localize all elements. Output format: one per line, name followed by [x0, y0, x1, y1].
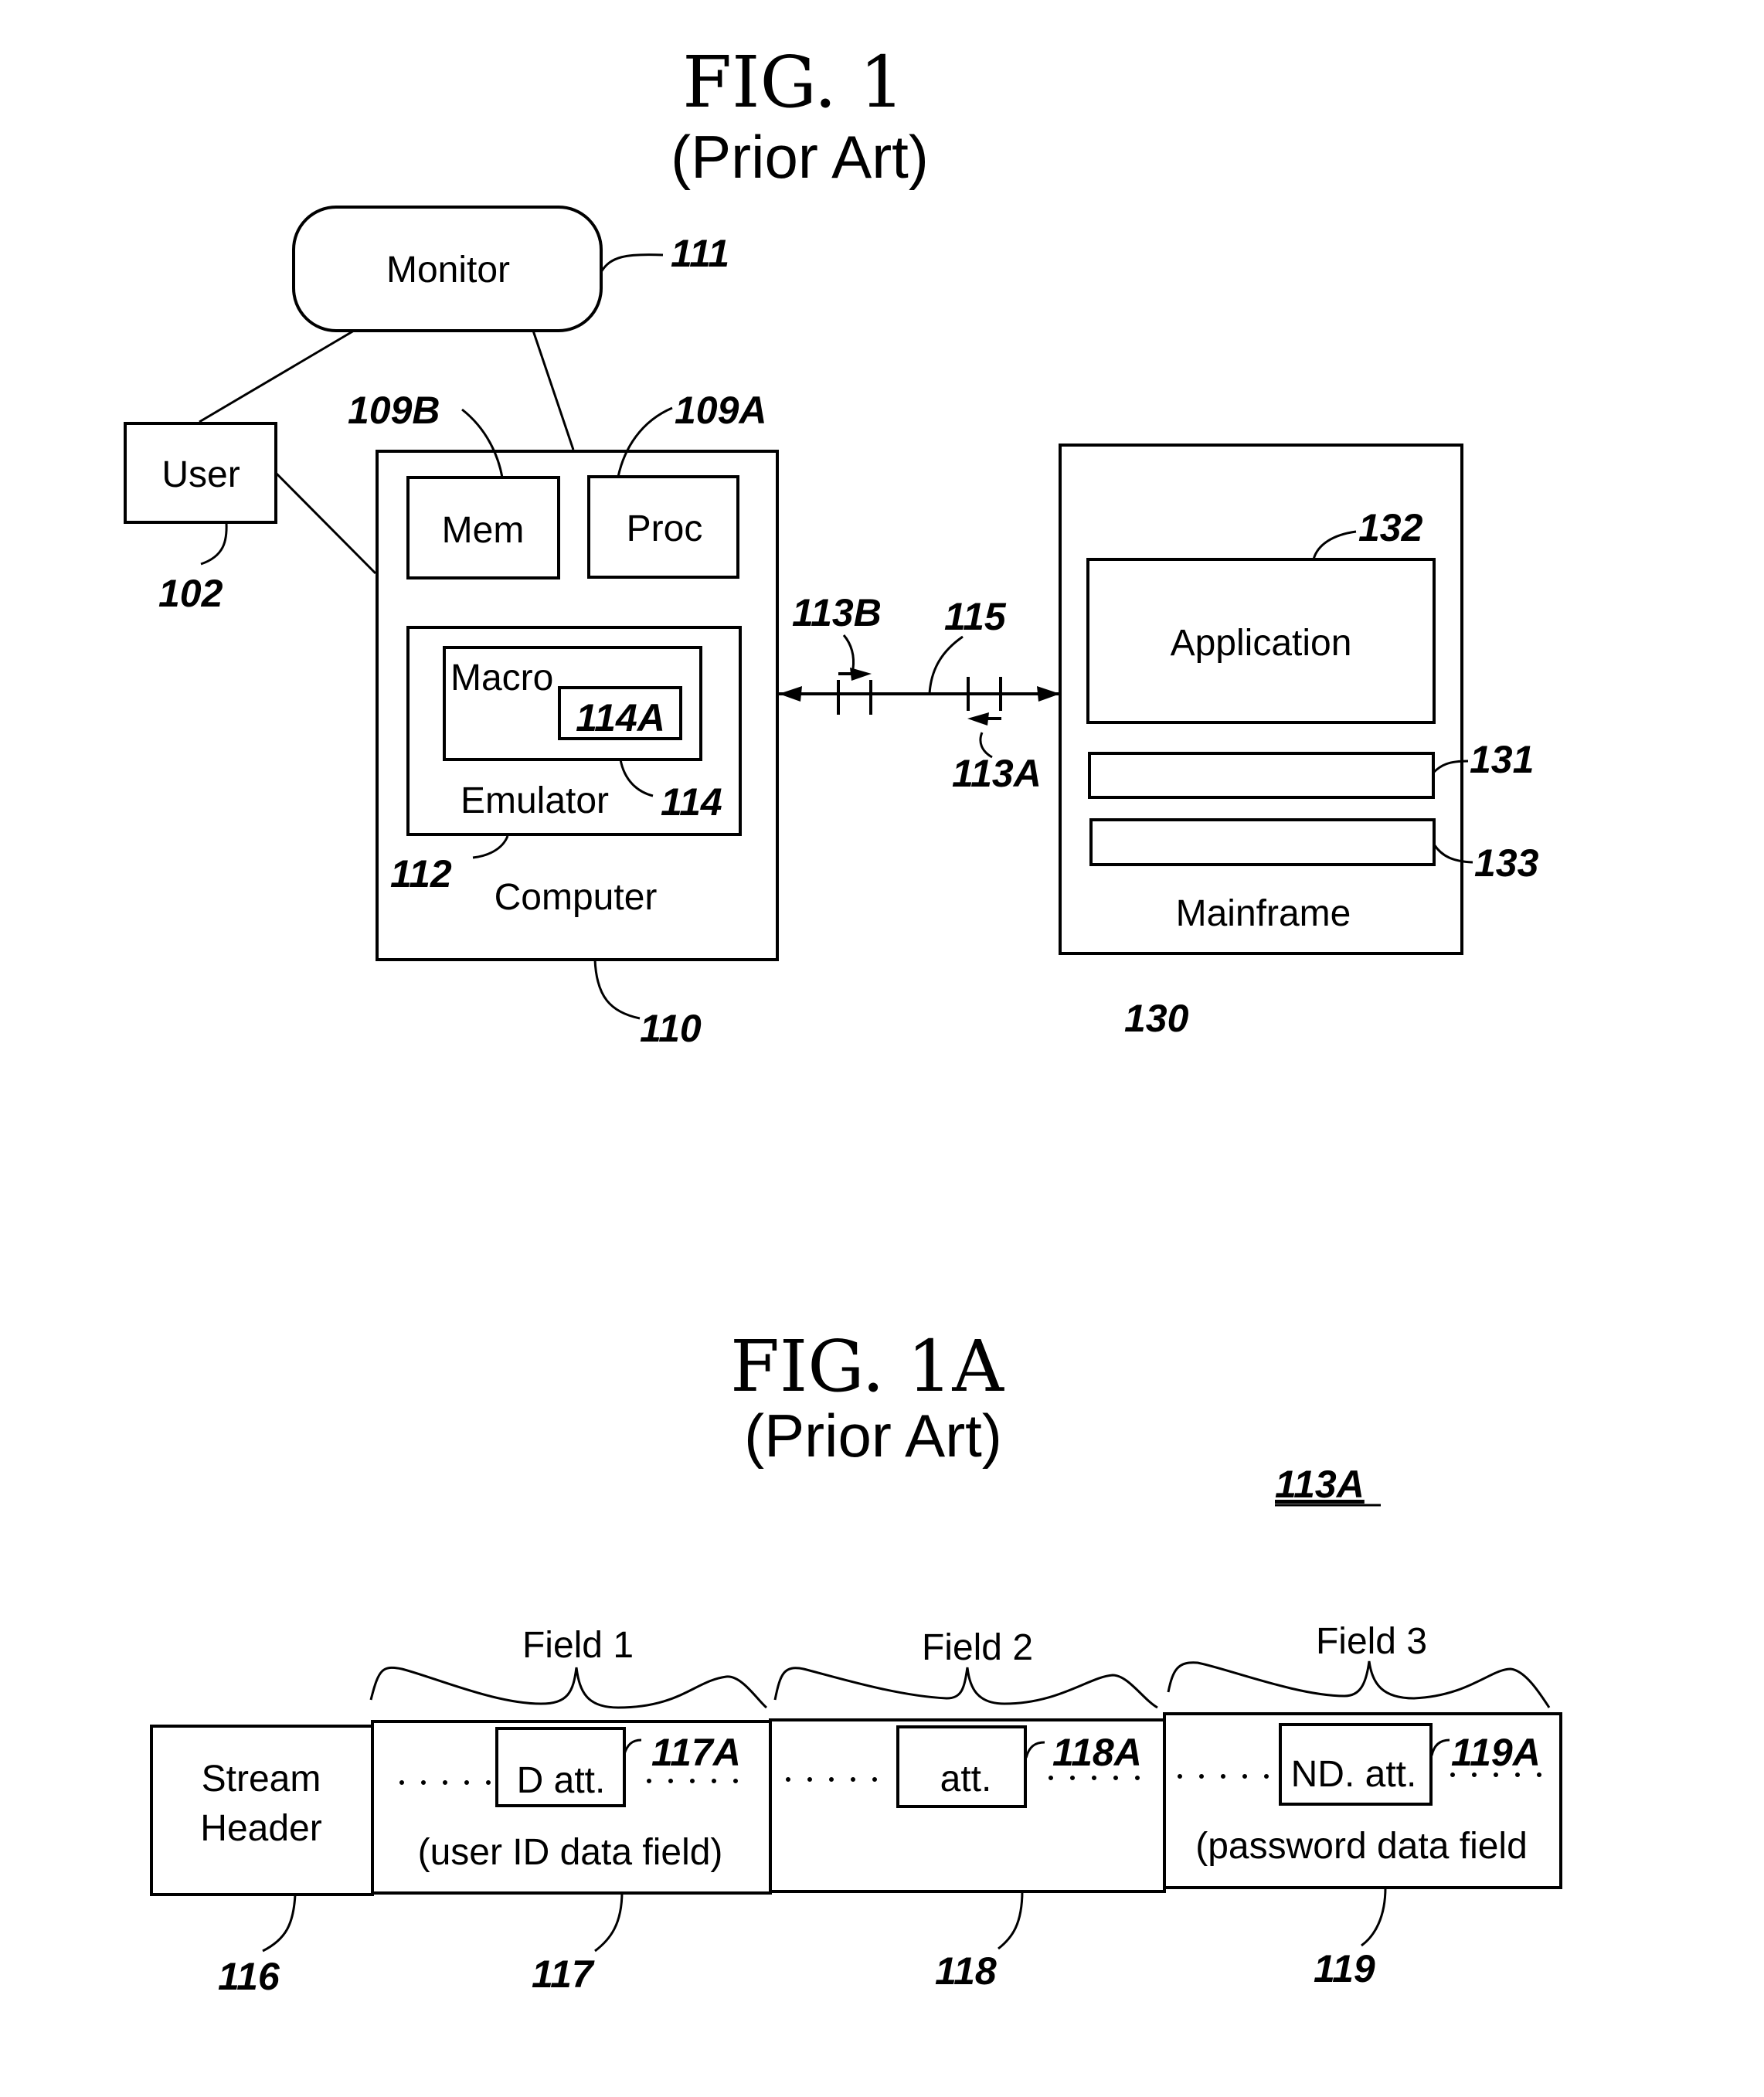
data-stream: Stream Header 116 Field 1 D att. 117A (u… [150, 1621, 1562, 1998]
mainframe-label: Mainframe [1176, 893, 1351, 934]
field-1-caption: (user ID data field) [418, 1832, 723, 1873]
stream-header-ref: 116 [218, 1955, 280, 1998]
computer-ref: 110 [640, 1007, 702, 1050]
user-node: User 102 [124, 422, 277, 615]
stream-ref: 113A [1275, 1463, 1365, 1506]
macro-ref: 114 [661, 780, 722, 824]
field-3: Field 3 ND. att. 119A (password data fie… [1163, 1621, 1562, 1990]
field-1-brace [369, 1666, 767, 1709]
macro-label: Macro [450, 658, 553, 698]
monitor-ref: 111 [671, 232, 729, 275]
field-2-attr-ref: 118A [1052, 1731, 1142, 1774]
field-3-brace [1167, 1660, 1551, 1708]
link-leader [928, 635, 964, 695]
computer-label: Computer [495, 877, 658, 918]
emulator-ref: 112 [390, 852, 452, 896]
fig1-title: FIG. 1 [682, 41, 904, 124]
macro-item-label: 114A [576, 696, 665, 739]
patent-drawing-sheet: FIG. 1 (Prior Art) Monitor 111 User 102 … [124, 41, 1562, 1998]
user-ref: 102 [158, 572, 223, 615]
monitor-node: Monitor 111 [292, 206, 729, 332]
field-3-attr-ref: 119A [1451, 1731, 1541, 1774]
emulator-label: Emulator [461, 780, 609, 821]
network-link: 113B 115 113A [779, 591, 1060, 795]
packet-113b-arrow-icon [850, 668, 872, 681]
packet-113a-ref: 113A [952, 752, 1042, 795]
field-1-attr-ref: 117A [651, 1731, 741, 1774]
field-2-brace [773, 1667, 1158, 1709]
user-label: User [161, 454, 240, 495]
field-2-ref: 118 [935, 1949, 997, 1993]
memory-ref: 109B [348, 389, 440, 432]
field-133-ref: 133 [1474, 841, 1539, 885]
monitor-label: Monitor [386, 250, 510, 291]
fig1: FIG. 1 (Prior Art) Monitor 111 User 102 … [124, 41, 1539, 1050]
stream-header-line2: Header [200, 1808, 321, 1849]
field-2-label: Field 2 [922, 1627, 1033, 1668]
computer-node: Computer 110 Mem 109B Proc 109A Emulator… [348, 389, 779, 1050]
fig1-subtitle: (Prior Art) [671, 123, 929, 191]
packet-113b-ref: 113B [792, 591, 882, 634]
mainframe-ref: 130 [1124, 997, 1189, 1040]
field-3-leader [1361, 1887, 1387, 1947]
field-131-box [1088, 752, 1435, 799]
stream-header-line1: Stream [202, 1759, 321, 1800]
monitor-leader [600, 253, 664, 273]
link-ref: 115 [944, 595, 1007, 638]
fig1a: FIG. 1A (Prior Art) 113A Stream Header 1… [150, 1325, 1562, 1998]
field-1: Field 1 D att. 117A (user ID data field)… [369, 1625, 772, 1996]
field-1-label: Field 1 [522, 1625, 634, 1666]
monitor-computer-line [532, 330, 575, 450]
field-1-leader [594, 1891, 624, 1953]
link-arrow-left-icon [779, 686, 802, 702]
field-3-ref: 119 [1314, 1947, 1375, 1990]
field-3-attr-label: ND. att. [1291, 1754, 1417, 1795]
application-label: Application [1171, 623, 1352, 664]
fig1a-subtitle: (Prior Art) [744, 1402, 1002, 1470]
packet-113a-arrow-icon [967, 712, 989, 726]
field-3-label: Field 3 [1316, 1621, 1427, 1662]
application-ref: 132 [1358, 506, 1423, 549]
mainframe-node: Mainframe 130 Application 132 131 133 [1059, 444, 1539, 1040]
field-131-ref: 131 [1470, 738, 1534, 781]
field-1-attr-label: D att. [517, 1760, 606, 1801]
user-computer-line [274, 471, 377, 575]
field-2-leader [998, 1890, 1024, 1950]
processor-label: Proc [627, 508, 703, 549]
field-133-box [1089, 818, 1436, 866]
memory-label: Mem [442, 510, 525, 551]
user-leader [200, 522, 228, 566]
packet-113b-leader [842, 634, 855, 670]
fig1a-title: FIG. 1A [730, 1325, 1004, 1408]
monitor-user-line [199, 329, 355, 423]
stream-header-leader [262, 1894, 297, 1953]
field-2-attr-label: att. [940, 1759, 992, 1800]
computer-leader [593, 959, 641, 1020]
field-2: Field 2 att. 118A 118 [769, 1627, 1166, 1993]
field-1-ref: 117 [532, 1953, 595, 1996]
link-arrow-right-icon [1037, 686, 1060, 702]
processor-ref: 109A [675, 389, 767, 432]
field-3-caption: (password data field [1195, 1826, 1528, 1867]
